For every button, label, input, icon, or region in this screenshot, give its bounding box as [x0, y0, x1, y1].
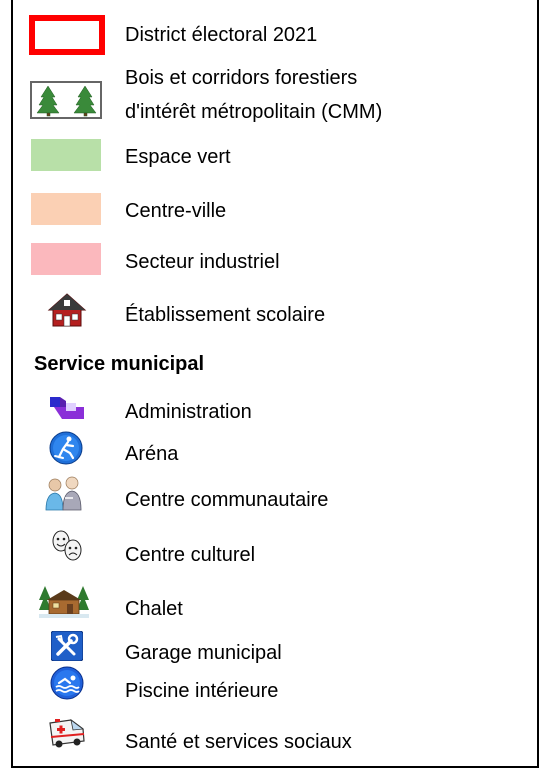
legend-label-cultural-centre: Centre culturel — [125, 544, 256, 566]
community-people-icon — [43, 474, 85, 514]
legend-label-health: Santé et services sociaux — [125, 731, 352, 753]
legend-label-garage: Garage municipal — [125, 642, 282, 664]
school-house-icon — [47, 292, 87, 328]
legend-label-arena: Aréna — [125, 443, 179, 465]
legend-label-forest-line2: d'intérêt métropolitain (CMM) — [125, 101, 383, 123]
administration-icon — [48, 393, 86, 423]
green-space-swatch — [31, 139, 101, 171]
chalet-icon — [39, 582, 89, 622]
map-legend: District électoral 2021 Bois et corridor… — [11, 0, 539, 768]
downtown-swatch — [31, 193, 101, 225]
electoral-district-symbol — [29, 15, 105, 55]
industrial-swatch — [31, 243, 101, 275]
legend-label-administration: Administration — [125, 401, 252, 423]
legend-label-community-centre: Centre communautaire — [125, 489, 329, 511]
service-municipal-heading: Service municipal — [34, 353, 205, 375]
swimmer-icon — [50, 666, 84, 700]
ambulance-icon — [47, 717, 87, 749]
legend-label-school: Établissement scolaire — [125, 304, 326, 326]
theatre-masks-icon — [50, 529, 86, 563]
legend-label-downtown: Centre-ville — [125, 200, 227, 222]
legend-label-chalet: Chalet — [125, 598, 183, 620]
legend-label-green-space: Espace vert — [125, 146, 231, 168]
arena-hockey-icon — [49, 431, 83, 465]
tools-icon — [51, 631, 83, 661]
legend-label-electoral-district: District électoral 2021 — [125, 24, 318, 46]
legend-label-pool: Piscine intérieure — [125, 680, 279, 702]
legend-label-forest-line1: Bois et corridors forestiers — [125, 67, 358, 89]
legend-label-industrial: Secteur industriel — [125, 251, 280, 273]
forest-corridor-symbol — [30, 81, 102, 119]
